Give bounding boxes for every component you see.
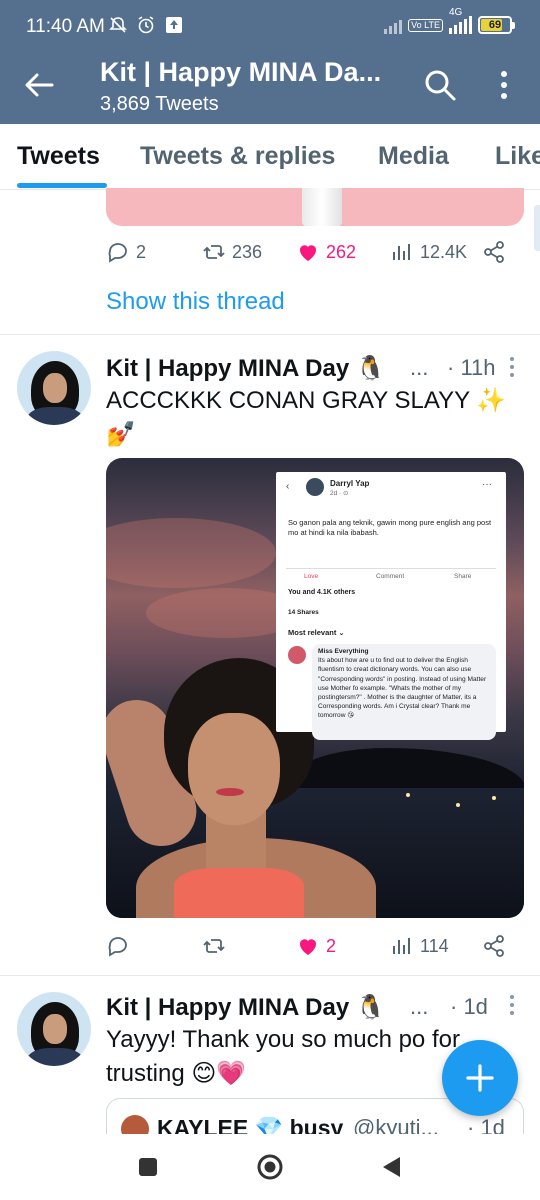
retweet-count: 236 — [232, 241, 263, 262]
mute-notification-icon — [108, 15, 128, 35]
status-right: Vo LTE 4G 69 — [384, 7, 515, 34]
reply-button[interactable] — [106, 934, 130, 958]
fb-author: Darryl Yap — [330, 479, 370, 488]
views-button[interactable]: 12.4K — [390, 240, 467, 264]
view-count: 114 — [420, 935, 449, 956]
profile-name-title: Kit | Happy MINA Da... — [100, 57, 382, 87]
like-count: 262 — [326, 241, 357, 262]
like-button[interactable]: 262 — [296, 240, 356, 264]
fb-shares: 14 Shares — [288, 609, 319, 616]
share-button[interactable] — [482, 934, 506, 958]
tweet-image[interactable]: ‹ Darryl Yap 2d · ⊙ ··· So ganon pala an… — [106, 458, 524, 918]
tab-tweets-and-replies[interactable]: Tweets & replies — [140, 142, 335, 171]
profile-tabs: Tweets Tweets & replies Media Like — [0, 124, 540, 190]
tweet-name-ellipsis: ... — [410, 994, 429, 1019]
share-icon — [484, 241, 504, 263]
tab-tweets[interactable]: Tweets — [17, 142, 100, 171]
like-count: 2 — [326, 935, 337, 956]
tweet-more-icon[interactable] — [508, 994, 516, 1016]
upload-icon — [164, 15, 184, 35]
alarm-icon — [136, 15, 156, 35]
tab-media[interactable]: Media — [378, 142, 449, 171]
tweet-timestamp[interactable]: · 1d — [450, 994, 488, 1020]
fb-commenter-name: Miss Everything — [318, 648, 369, 655]
show-thread-link[interactable]: Show this thread — [106, 288, 285, 316]
search-icon[interactable] — [423, 68, 457, 102]
retweet-button[interactable]: 236 — [202, 240, 262, 264]
plus-icon — [466, 1064, 494, 1092]
fb-most-relevant: Most relevant ⌄ — [288, 628, 345, 637]
reply-button[interactable]: 2 — [106, 240, 146, 264]
reply-icon — [108, 243, 127, 263]
tweet-name-ellipsis: ... — [410, 355, 429, 380]
tweet-timestamp[interactable]: · 11h — [447, 355, 496, 381]
reply-icon — [108, 937, 127, 957]
tweet-divider — [0, 975, 540, 976]
app-header: 11:40 AM Vo LTE 4G 69 Kit | Happy MINA D… — [0, 0, 540, 124]
fb-actions: Love Comment Share — [288, 568, 494, 586]
tab-likes[interactable]: Like — [495, 142, 540, 171]
avatar[interactable] — [17, 992, 91, 1066]
fb-reactions: You and 4.1K others — [288, 589, 356, 596]
home-circle-icon[interactable] — [255, 1152, 285, 1182]
fb-commenter-avatar — [288, 646, 306, 664]
previous-tweet-actions: 2 236 262 12.4K — [106, 240, 526, 270]
fb-post-text: So ganon pala ang teknik, gawin mong pur… — [288, 518, 492, 537]
active-tab-indicator — [17, 183, 107, 188]
fb-comment: Comment — [376, 573, 405, 580]
fb-love: Love — [304, 573, 319, 580]
edge-scroll-handle[interactable] — [534, 205, 540, 251]
share-icon — [484, 935, 504, 957]
compose-tweet-button[interactable] — [442, 1040, 518, 1116]
tweet-author-name[interactable]: Kit | Happy MINA Day 🐧 — [106, 354, 386, 383]
network-type: 4G — [449, 7, 463, 18]
facebook-post-screenshot: ‹ Darryl Yap 2d · ⊙ ··· So ganon pala an… — [276, 472, 506, 740]
tweet-more-icon[interactable] — [508, 356, 516, 378]
tweet-author-name[interactable]: Kit | Happy MINA Day 🐧 — [106, 993, 386, 1022]
fb-more-icon: ··· — [482, 479, 492, 490]
views-chart-icon — [393, 938, 410, 954]
tweet-text: ACCCKKK CONAN GRAY SLAYY ✨💅 — [106, 387, 507, 448]
fb-time: 2d · ⊙ — [330, 490, 349, 497]
status-bar: 11:40 AM Vo LTE 4G 69 — [0, 0, 540, 52]
cell-signal-icon: 4G — [449, 7, 472, 34]
retweet-button[interactable] — [202, 934, 226, 958]
retweet-icon — [203, 245, 225, 259]
retweet-icon — [203, 939, 225, 953]
previous-tweet-media[interactable] — [106, 188, 524, 226]
views-chart-icon — [393, 244, 410, 260]
wifi-signal-icon — [384, 16, 403, 34]
fb-share: Share — [454, 573, 472, 580]
fb-comment-bubble: Miss Everything Its about how are u to f… — [312, 644, 496, 740]
like-button[interactable]: 2 — [296, 934, 336, 958]
avatar[interactable] — [17, 351, 91, 425]
system-nav-bar — [0, 1134, 540, 1200]
reply-count: 2 — [136, 241, 147, 262]
view-count: 12.4K — [420, 241, 468, 262]
recent-apps-icon[interactable] — [133, 1152, 163, 1182]
fb-back-icon: ‹ — [286, 481, 290, 492]
views-button[interactable]: 114 — [390, 934, 449, 958]
fb-comment-text: Its about how are u to find out to deliv… — [318, 657, 487, 720]
status-time: 11:40 AM — [26, 16, 105, 37]
battery-icon: 69 — [478, 16, 515, 34]
fb-avatar — [306, 478, 324, 496]
status-icons — [108, 15, 184, 35]
tweet-count: 3,869 Tweets — [100, 93, 219, 115]
back-triangle-icon[interactable] — [377, 1152, 407, 1182]
more-vertical-icon[interactable] — [492, 68, 516, 102]
heart-filled-icon — [299, 245, 317, 261]
tweet-actions: 2 114 — [106, 934, 526, 964]
tweet-divider — [0, 334, 540, 335]
volte-badge: Vo LTE — [408, 18, 443, 32]
back-arrow-icon[interactable] — [22, 68, 56, 102]
share-button[interactable] — [482, 240, 506, 264]
heart-filled-icon — [299, 939, 317, 955]
battery-level: 69 — [488, 19, 502, 31]
